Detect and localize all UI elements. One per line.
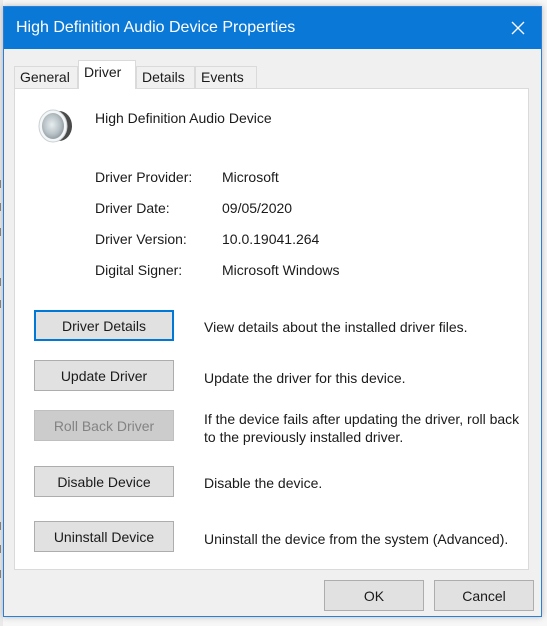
roll-back-driver-description: If the device fails after updating the d…	[204, 411, 520, 445]
cancel-button[interactable]: Cancel	[434, 580, 534, 611]
close-icon	[511, 21, 525, 35]
update-driver-description: Update the driver for this device.	[204, 370, 406, 386]
driver-provider-label: Driver Provider:	[95, 169, 193, 185]
tab-events[interactable]: Events	[195, 66, 257, 88]
tab-general[interactable]: General	[14, 66, 78, 88]
tab-details[interactable]: Details	[136, 66, 195, 88]
driver-date-label: Driver Date:	[95, 200, 170, 216]
driver-details-button[interactable]: Driver Details	[34, 310, 174, 341]
speaker-icon	[38, 109, 72, 143]
driver-version-value: 10.0.19041.264	[222, 231, 320, 247]
device-name: High Definition Audio Device	[95, 110, 272, 126]
disable-device-button[interactable]: Disable Device	[34, 466, 174, 497]
update-driver-button[interactable]: Update Driver	[34, 360, 174, 391]
roll-back-driver-button: Roll Back Driver	[34, 410, 174, 441]
tab-driver[interactable]: Driver	[78, 60, 136, 89]
properties-dialog: High Definition Audio Device Properties …	[3, 6, 542, 617]
close-button[interactable]	[495, 7, 541, 49]
uninstall-device-button[interactable]: Uninstall Device	[34, 521, 174, 552]
digital-signer-value: Microsoft Windows	[222, 262, 340, 278]
disable-device-description: Disable the device.	[204, 475, 323, 491]
ok-button[interactable]: OK	[324, 580, 424, 611]
driver-version-label: Driver Version:	[95, 231, 187, 247]
window-title: High Definition Audio Device Properties	[16, 19, 296, 36]
digital-signer-label: Digital Signer:	[95, 262, 183, 278]
driver-provider-value: Microsoft	[222, 169, 279, 185]
title-bar[interactable]: High Definition Audio Device Properties	[4, 7, 541, 49]
driver-details-description: View details about the installed driver …	[204, 319, 468, 335]
uninstall-device-description: Uninstall the device from the system (Ad…	[204, 531, 509, 547]
driver-tab-panel: High Definition Audio Device Driver Prov…	[14, 88, 529, 570]
driver-date-value: 09/05/2020	[222, 200, 293, 216]
